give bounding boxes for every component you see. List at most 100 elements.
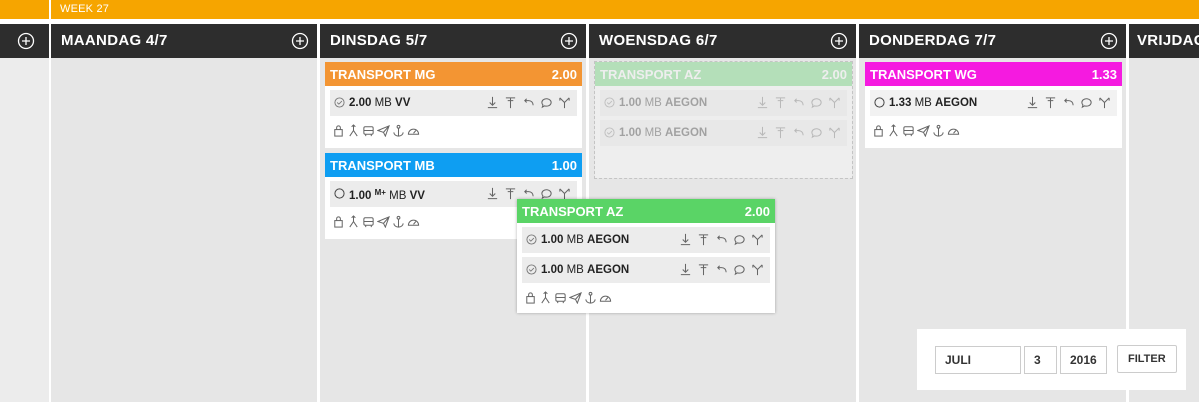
split-icon[interactable] <box>828 126 841 140</box>
branch-icon[interactable] <box>887 124 900 137</box>
unload-icon[interactable] <box>1026 96 1039 110</box>
card-footer <box>870 116 1117 142</box>
comment-icon[interactable] <box>733 233 746 247</box>
send-icon[interactable] <box>377 215 390 228</box>
day-title: DONDERDAG 7/7 <box>869 32 997 49</box>
day-title: VRIJDAG <box>1137 32 1199 49</box>
comment-icon[interactable] <box>810 96 823 110</box>
gauge-icon[interactable] <box>599 291 612 304</box>
transport-card-az-dragging[interactable]: TRANSPORT AZ 2.00 1.00 MB AEGON 1.00 MB … <box>517 199 775 313</box>
branch-icon[interactable] <box>347 124 360 137</box>
truck-icon[interactable] <box>902 124 915 137</box>
transport-card-wg[interactable]: TRANSPORT WG 1.33 1.33 MB AEGON <box>865 62 1122 148</box>
transport-card-az-placeholder: TRANSPORT AZ 2.00 1.00 MB AEGON 1.00 MB … <box>594 61 853 179</box>
truck-icon[interactable] <box>362 124 375 137</box>
add-transport-icon[interactable] <box>1100 32 1118 50</box>
check-icon[interactable] <box>526 234 537 245</box>
lock-icon[interactable] <box>332 124 345 137</box>
day-header-monday: MAANDAG 4/7 <box>51 24 317 58</box>
gauge-icon[interactable] <box>947 124 960 137</box>
undo-icon[interactable] <box>715 263 728 277</box>
undo-icon[interactable] <box>715 233 728 247</box>
comment-icon[interactable] <box>810 126 823 140</box>
day-title: MAANDAG 4/7 <box>61 32 168 49</box>
send-icon[interactable] <box>377 124 390 137</box>
split-icon[interactable] <box>751 233 764 247</box>
lock-icon[interactable] <box>332 215 345 228</box>
card-header[interactable]: TRANSPORT WG 1.33 <box>865 62 1122 86</box>
undo-icon[interactable] <box>792 96 805 110</box>
list-item[interactable]: 1.00 MB AEGON <box>522 257 770 283</box>
truck-icon[interactable] <box>362 215 375 228</box>
month-select[interactable]: JULI <box>935 346 1021 374</box>
unload-icon[interactable] <box>486 187 499 201</box>
split-icon[interactable] <box>1098 96 1111 110</box>
list-item[interactable]: 1.00 MB AEGON <box>522 227 770 253</box>
lock-icon[interactable] <box>524 291 537 304</box>
lock-icon[interactable] <box>872 124 885 137</box>
list-item[interactable]: 2.00 MB VV <box>330 90 577 116</box>
card-header: TRANSPORT AZ 2.00 <box>595 62 852 86</box>
tee-icon[interactable] <box>697 233 710 247</box>
add-transport-icon[interactable] <box>830 32 848 50</box>
unload-icon[interactable] <box>679 263 692 277</box>
comment-icon[interactable] <box>733 263 746 277</box>
gutter-header <box>0 24 49 58</box>
undo-icon[interactable] <box>792 126 805 140</box>
anchor-icon[interactable] <box>584 291 597 304</box>
gauge-icon[interactable] <box>407 215 420 228</box>
undo-icon[interactable] <box>522 96 535 110</box>
list-item[interactable]: 1.33 MB AEGON <box>870 90 1117 116</box>
transport-card-mg[interactable]: TRANSPORT MG 2.00 2.00 MB VV <box>325 62 582 148</box>
card-footer <box>522 283 770 309</box>
filter-panel: JULI 3 2016 FILTER <box>917 329 1186 390</box>
split-icon[interactable] <box>751 263 764 277</box>
undo-icon[interactable] <box>1062 96 1075 110</box>
item-text: 1.00 MB AEGON <box>541 234 630 246</box>
card-quantity: 1.33 <box>1091 67 1117 82</box>
send-icon[interactable] <box>569 291 582 304</box>
split-icon[interactable] <box>558 96 571 110</box>
anchor-icon[interactable] <box>392 124 405 137</box>
year-select[interactable]: 2016 <box>1060 346 1107 374</box>
branch-icon[interactable] <box>347 215 360 228</box>
card-header[interactable]: TRANSPORT AZ 2.00 <box>517 199 775 223</box>
item-text: 1.33 MB AEGON <box>889 97 978 109</box>
truck-icon[interactable] <box>554 291 567 304</box>
check-icon[interactable] <box>334 97 345 108</box>
split-icon[interactable] <box>828 96 841 110</box>
anchor-icon[interactable] <box>392 215 405 228</box>
tee-icon[interactable] <box>504 96 517 110</box>
add-icon[interactable] <box>17 32 35 50</box>
card-title: TRANSPORT AZ <box>600 67 702 82</box>
branch-icon[interactable] <box>539 291 552 304</box>
add-transport-icon[interactable] <box>291 32 309 50</box>
send-icon[interactable] <box>917 124 930 137</box>
circle-icon[interactable] <box>334 188 345 199</box>
unload-icon[interactable] <box>679 233 692 247</box>
circle-icon[interactable] <box>874 97 885 108</box>
card-actions <box>524 291 612 304</box>
unload-icon[interactable] <box>756 126 769 140</box>
tee-icon[interactable] <box>504 187 517 201</box>
card-footer <box>330 116 577 142</box>
unload-icon[interactable] <box>486 96 499 110</box>
tee-icon[interactable] <box>774 126 787 140</box>
card-header[interactable]: TRANSPORT MG 2.00 <box>325 62 582 86</box>
filter-button[interactable]: FILTER <box>1117 345 1177 373</box>
card-actions <box>332 215 420 228</box>
tee-icon[interactable] <box>697 263 710 277</box>
comment-icon[interactable] <box>540 96 553 110</box>
comment-icon[interactable] <box>1080 96 1093 110</box>
check-icon[interactable] <box>526 264 537 275</box>
card-header[interactable]: TRANSPORT MB 1.00 <box>325 153 582 177</box>
item-text: 1.00 MB AEGON <box>619 97 708 109</box>
add-transport-icon[interactable] <box>560 32 578 50</box>
gutter-column <box>0 24 49 402</box>
tee-icon[interactable] <box>1044 96 1057 110</box>
anchor-icon[interactable] <box>932 124 945 137</box>
unload-icon[interactable] <box>756 96 769 110</box>
week-select[interactable]: 3 <box>1024 346 1057 374</box>
gauge-icon[interactable] <box>407 124 420 137</box>
tee-icon[interactable] <box>774 96 787 110</box>
